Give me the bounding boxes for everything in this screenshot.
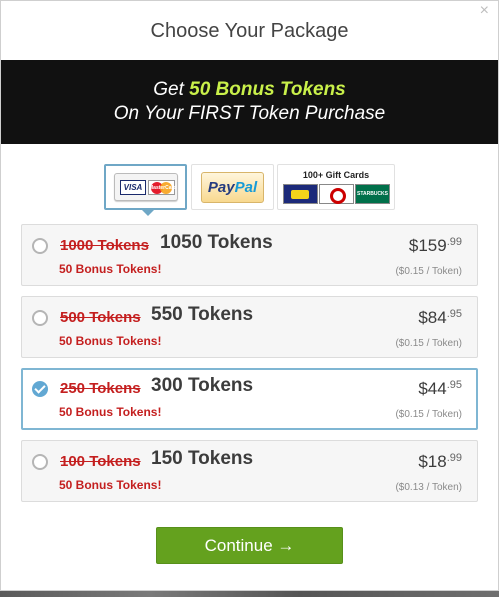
promo-line-1: Get 50 Bonus Tokens — [1, 78, 498, 102]
bonus-label: 50 Bonus Tokens! — [59, 262, 162, 276]
new-token-count: 1050 Tokens — [160, 232, 273, 253]
payment-tab-paypal[interactable]: PayPal — [191, 164, 274, 210]
promo-banner: Get 50 Bonus Tokens On Your FIRST Token … — [1, 60, 498, 144]
modal-title: Choose Your Package — [150, 20, 349, 42]
unit-price: ($0.13 / Token) — [395, 482, 462, 493]
radio-button[interactable] — [32, 454, 48, 470]
price-main: $84 — [418, 308, 447, 327]
bonus-label: 50 Bonus Tokens! — [59, 334, 162, 348]
price-cents: .99 — [446, 236, 462, 248]
close-icon[interactable]: × — [480, 3, 489, 19]
gift-cards-title: 100+ Gift Cards — [302, 170, 370, 180]
paypal-label-part1: Pay — [207, 179, 235, 196]
promo-prefix: Get — [153, 79, 190, 100]
new-token-count: 300 Tokens — [151, 375, 254, 396]
price-main: $18 — [418, 452, 447, 471]
package-price: $44.95 — [418, 379, 462, 399]
radio-button[interactable] — [32, 238, 48, 254]
unit-price: ($0.15 / Token) — [395, 409, 462, 420]
radio-button[interactable] — [32, 310, 48, 326]
starbucks-gift-card-icon: STARBUCKS — [355, 184, 390, 204]
promo-line-2: On Your FIRST Token Purchase — [113, 103, 386, 124]
original-token-count: 500 Tokens — [60, 309, 141, 326]
visa-logo: VISA — [120, 180, 146, 195]
gift-card-icon — [283, 184, 318, 204]
mastercard-logo: MasterCard — [148, 180, 177, 195]
new-token-count: 550 Tokens — [151, 304, 254, 325]
package-option-300[interactable]: 250 Tokens 300 Tokens 50 Bonus Tokens! $… — [21, 368, 478, 430]
original-token-count: 250 Tokens — [60, 380, 141, 397]
price-cents: .95 — [446, 379, 462, 391]
unit-price: ($0.15 / Token) — [395, 338, 462, 349]
new-token-count: 150 Tokens — [151, 448, 254, 469]
paypal-label-part2: Pal — [234, 179, 258, 196]
price-cents: .95 — [446, 308, 462, 320]
radio-button-checked[interactable] — [32, 381, 48, 397]
continue-button[interactable]: Continue → — [156, 527, 343, 564]
mastercard-label: MasterCard — [149, 185, 177, 191]
payment-tab-credit-card[interactable]: VISA MasterCard — [104, 164, 187, 216]
package-price: $18.99 — [418, 452, 462, 472]
price-main: $44 — [418, 379, 447, 398]
package-price: $159.99 — [409, 236, 462, 256]
target-gift-card-icon — [319, 184, 354, 204]
payment-tab-gift-cards[interactable]: 100+ Gift Cards STARBUCKS — [277, 164, 395, 210]
original-token-count: 100 Tokens — [60, 453, 141, 470]
promo-highlight: 50 Bonus Tokens — [189, 79, 346, 100]
package-price: $84.95 — [418, 308, 462, 328]
price-cents: .99 — [446, 452, 462, 464]
package-modal: × Choose Your Package Get 50 Bonus Token… — [0, 0, 499, 591]
bonus-label: 50 Bonus Tokens! — [59, 478, 162, 492]
original-token-count: 1000 Tokens — [60, 237, 149, 254]
package-option-150[interactable]: 100 Tokens 150 Tokens 50 Bonus Tokens! $… — [21, 440, 478, 502]
paypal-logo: PayPal — [201, 172, 264, 203]
package-option-550[interactable]: 500 Tokens 550 Tokens 50 Bonus Tokens! $… — [21, 296, 478, 358]
credit-card-icon: VISA MasterCard — [114, 173, 178, 201]
package-option-1050[interactable]: 1000 Tokens 1050 Tokens 50 Bonus Tokens!… — [21, 224, 478, 286]
bonus-label: 50 Bonus Tokens! — [59, 405, 162, 419]
unit-price: ($0.15 / Token) — [395, 266, 462, 277]
price-main: $159 — [408, 236, 447, 255]
